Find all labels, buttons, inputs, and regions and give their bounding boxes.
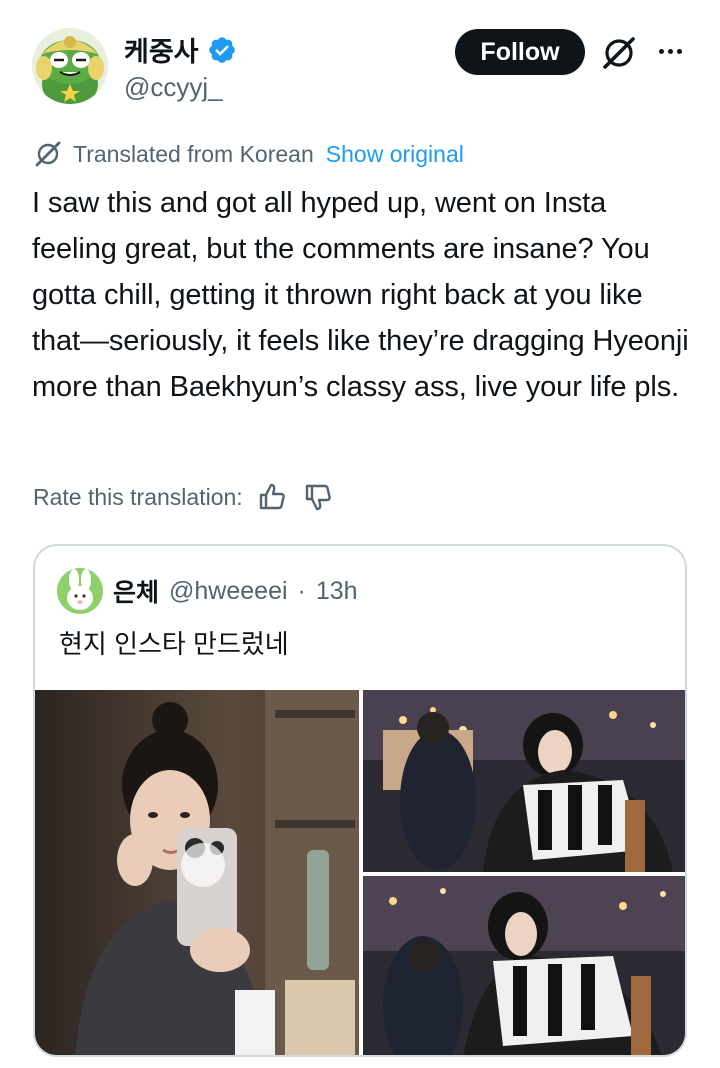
quoted-author-avatar[interactable] [57, 568, 103, 614]
media-photo-night-market-1[interactable] [363, 690, 685, 872]
post-text: I saw this and got all hyped up, went on… [32, 187, 689, 403]
show-original-link[interactable]: Show original [326, 141, 464, 168]
quoted-post[interactable]: 은체 @hweeeei · 13h 현지 인스타 만드렀네 [33, 544, 687, 1057]
rate-translation-label: Rate this translation: [33, 483, 243, 510]
quoted-display-name[interactable]: 은체 [113, 573, 159, 609]
grok-icon[interactable] [600, 34, 638, 72]
meta-separator: · [297, 576, 306, 605]
translated-from-label: Translated from Korean [73, 140, 314, 167]
grok-translate-icon [35, 141, 61, 167]
author-name-row: 케중사 [124, 30, 237, 69]
quoted-timestamp[interactable]: 13h [316, 577, 358, 606]
rate-translation-row: Rate this translation: [33, 480, 335, 514]
quoted-post-header: 은체 @hweeeei · 13h [57, 568, 358, 614]
verified-badge-icon [208, 36, 235, 63]
post-header: 케중사 @ccyyj_ Follow [0, 0, 720, 120]
quoted-text: 현지 인스타 만드렀네 [59, 629, 289, 659]
more-dot [658, 48, 664, 54]
frog-soldier-avatar-icon [32, 28, 108, 104]
translation-row: Translated from Korean Show original [33, 139, 464, 169]
more-dot [676, 48, 682, 54]
media-photo-mirror-selfie[interactable] [35, 690, 359, 1055]
media-photo-night-market-2[interactable] [363, 876, 685, 1055]
more-dot [667, 48, 673, 54]
follow-button[interactable]: Follow [455, 29, 585, 75]
author-display-name[interactable]: 케중사 [124, 30, 199, 69]
thumbs-up-icon[interactable] [255, 480, 289, 514]
quoted-handle[interactable]: @hweeeei [169, 577, 288, 606]
bunny-avatar-icon [57, 568, 103, 614]
more-icon[interactable] [652, 36, 688, 66]
author-handle[interactable]: @ccyyj_ [124, 72, 223, 103]
quoted-media-grid [35, 690, 685, 1055]
author-avatar[interactable] [32, 28, 108, 104]
thumbs-down-icon[interactable] [301, 480, 335, 514]
